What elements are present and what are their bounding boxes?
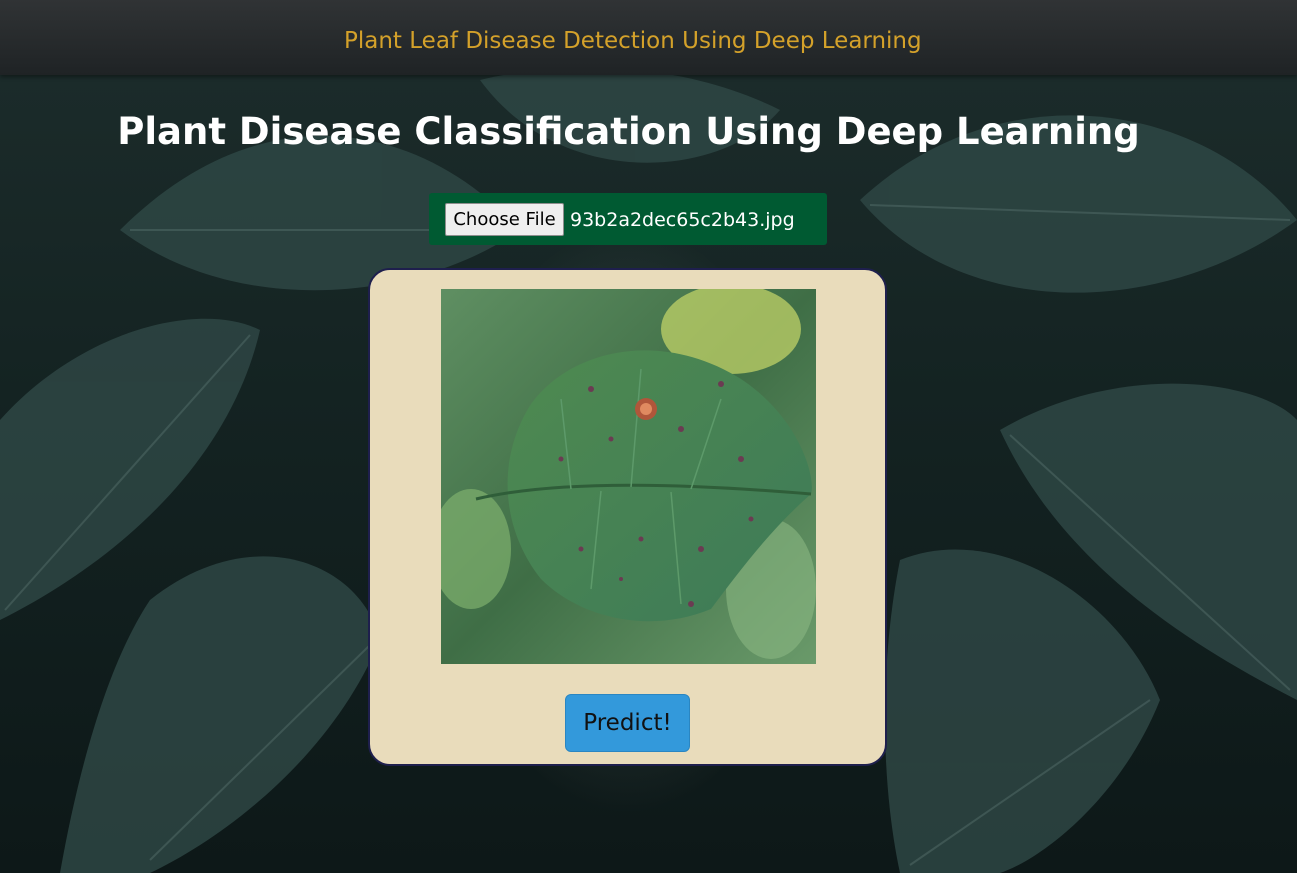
page-title: Plant Disease Classification Using Deep … xyxy=(117,110,1140,153)
choose-file-button[interactable]: Choose File xyxy=(445,203,564,236)
predict-button[interactable]: Predict! xyxy=(565,694,690,752)
file-upload-bar: Choose File 93b2a2dec65c2b43.jpg xyxy=(429,193,827,245)
preview-card: Predict! xyxy=(368,268,887,766)
navbar: Plant Leaf Disease Detection Using Deep … xyxy=(0,0,1297,75)
navbar-brand[interactable]: Plant Leaf Disease Detection Using Deep … xyxy=(344,26,922,56)
selected-file-name: 93b2a2dec65c2b43.jpg xyxy=(570,209,795,231)
leaf-photo xyxy=(441,289,816,664)
leaf-image-preview xyxy=(441,289,816,664)
